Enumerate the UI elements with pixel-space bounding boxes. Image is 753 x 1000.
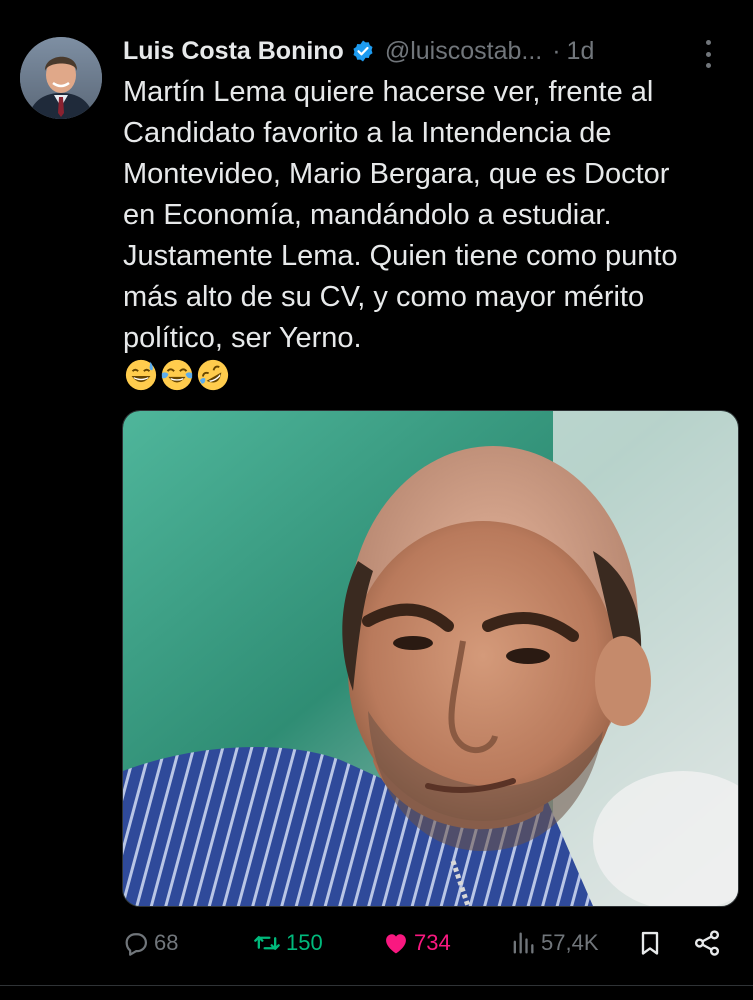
tweet-text-line: político, ser Yerno. (123, 322, 362, 354)
rofl-emoji (197, 359, 229, 391)
retweet-count: 150 (286, 930, 323, 955)
share-icon (694, 930, 720, 956)
tweet-text-line: Justamente Lema. Quien tiene como punto (123, 240, 678, 272)
avatar[interactable] (20, 37, 102, 119)
heart-icon (386, 934, 406, 954)
joy-emoji (161, 359, 193, 391)
like-button[interactable]: 734 (382, 929, 451, 957)
view-count: 57,4K (541, 930, 599, 955)
reply-button[interactable]: 68 (122, 929, 178, 957)
tweet-text: Martín Lema quiere hacerse ver, frente a… (123, 72, 733, 359)
tweet-text-line: más alto de su CV, y como mayor mérito (123, 281, 645, 313)
reply-icon (125, 933, 148, 956)
bookmark-icon (641, 931, 659, 955)
tweet-text-line: en Economía, mandándolo a estudiar. (123, 199, 612, 231)
tweet[interactable]: Luis Costa Bonino @luiscostab... · 1d Ma… (0, 0, 753, 1000)
grinning-sweat-emoji (125, 359, 157, 391)
divider (0, 985, 753, 986)
more-vertical-icon[interactable] (703, 40, 713, 68)
share-button[interactable] (692, 928, 722, 958)
separator-dot: · (552, 36, 561, 65)
tweet-text-line: Candidato favorito a la Intendencia de (123, 117, 612, 149)
author-handle[interactable]: @luiscostab... (385, 37, 542, 66)
bookmark-button[interactable] (636, 928, 664, 958)
emoji-row (124, 358, 230, 392)
reply-count: 68 (154, 930, 179, 955)
tweet-header: Luis Costa Bonino @luiscostab... · 1d (123, 34, 735, 68)
tweet-actions: 68 150 734 57,4K (122, 920, 734, 966)
retweet-icon (254, 936, 280, 950)
views-button[interactable]: 57,4K (509, 929, 599, 957)
views-icon (513, 932, 534, 954)
like-count: 734 (414, 930, 451, 955)
tweet-text-line: Martín Lema quiere hacerse ver, frente a… (123, 76, 654, 108)
verified-badge-icon (351, 39, 375, 63)
portrait-photo (123, 411, 738, 906)
tweet-text-line: Montevideo, Mario Bergara, que es Doctor (123, 158, 670, 190)
tweet-media-photo[interactable] (122, 410, 739, 907)
retweet-button[interactable]: 150 (252, 929, 323, 957)
author-name[interactable]: Luis Costa Bonino (123, 37, 344, 66)
timestamp[interactable]: 1d (567, 37, 595, 66)
